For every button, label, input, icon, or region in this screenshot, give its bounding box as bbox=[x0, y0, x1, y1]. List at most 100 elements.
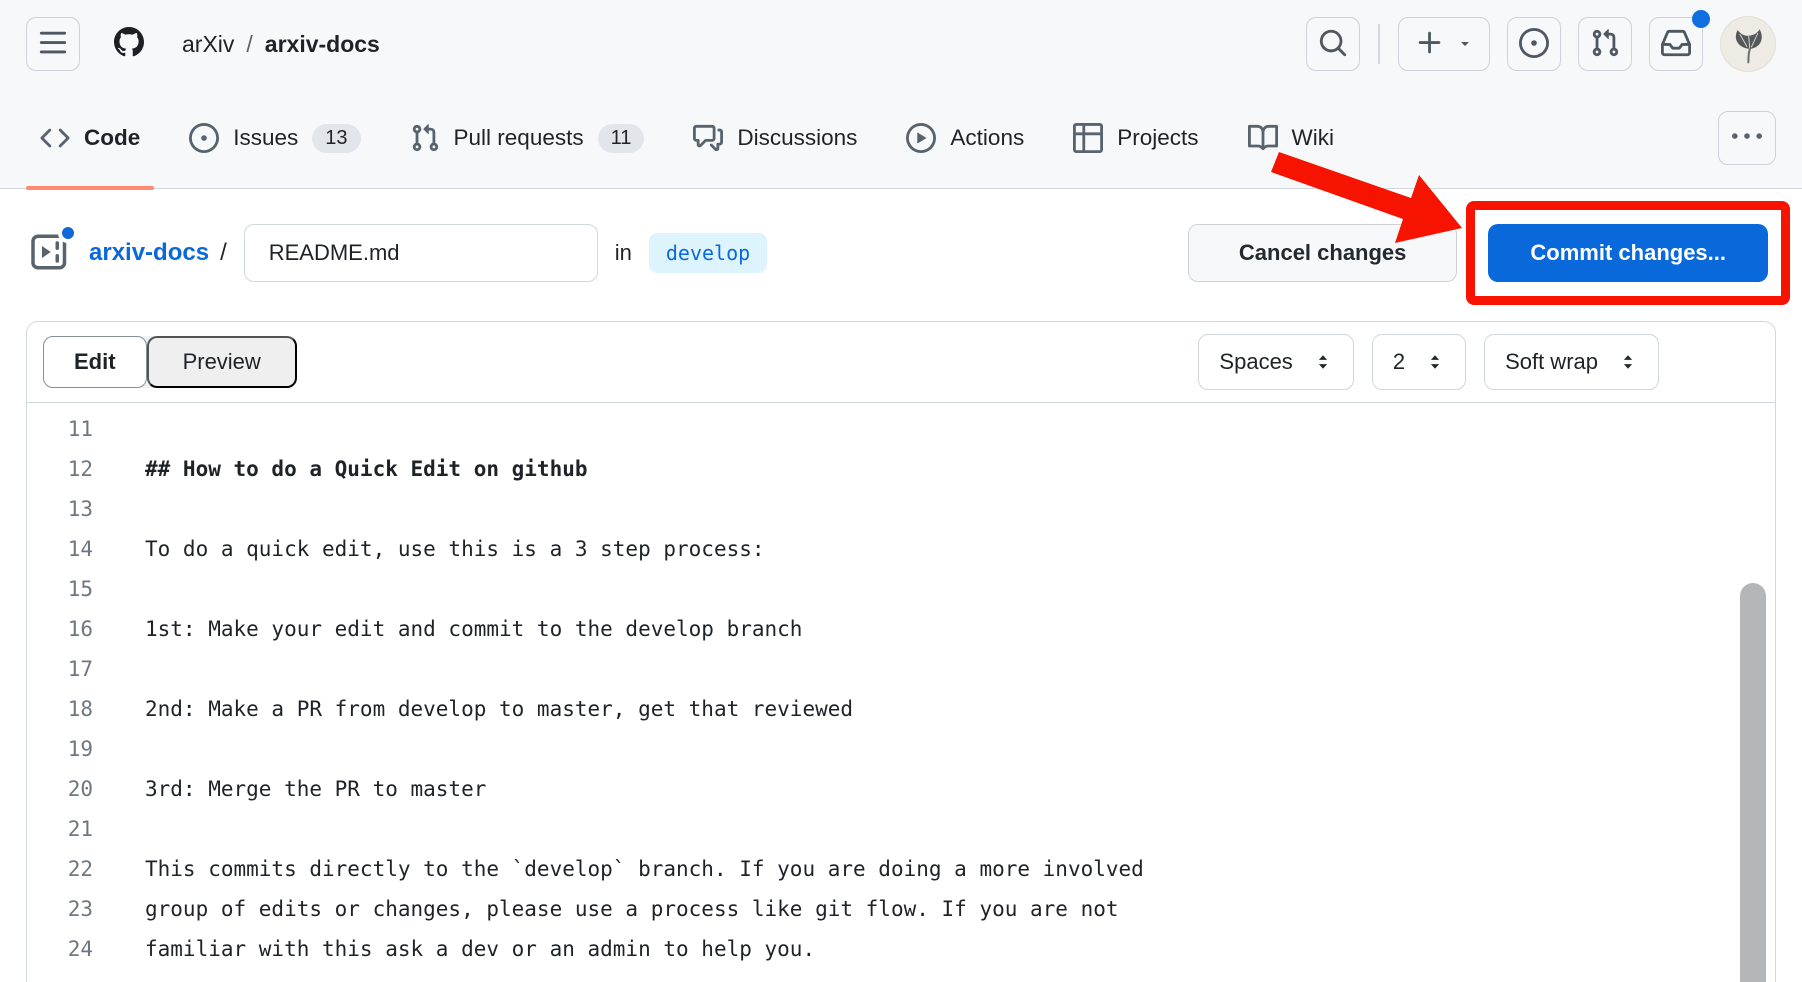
code-line: 21 bbox=[27, 809, 1775, 849]
tab-label: Pull requests bbox=[454, 125, 584, 151]
line-text bbox=[93, 409, 145, 449]
code-line: 203rd: Merge the PR to master bbox=[27, 769, 1775, 809]
play-icon bbox=[906, 123, 936, 153]
tab-label: Projects bbox=[1117, 125, 1198, 151]
tab-wiki[interactable]: Wiki bbox=[1234, 88, 1348, 188]
tab-actions[interactable]: Actions bbox=[892, 88, 1038, 188]
your-pull-requests-button[interactable] bbox=[1578, 17, 1632, 71]
wrap-mode-value: Soft wrap bbox=[1505, 349, 1598, 375]
tab-label: Discussions bbox=[737, 125, 857, 151]
breadcrumb-repo-link[interactable]: arxiv-docs bbox=[265, 31, 380, 58]
line-number: 17 bbox=[27, 649, 93, 689]
line-number: 21 bbox=[27, 809, 93, 849]
indent-size-select[interactable]: 2 bbox=[1372, 334, 1466, 390]
line-text: familiar with this ask a dev or an admin… bbox=[93, 929, 815, 969]
breadcrumb-separator: / bbox=[246, 31, 252, 58]
issue-opened-icon bbox=[189, 123, 219, 153]
wrap-mode-select[interactable]: Soft wrap bbox=[1484, 334, 1659, 390]
tab-counter-badge: 11 bbox=[598, 124, 645, 153]
line-text: 1st: Make your edit and commit to the de… bbox=[93, 609, 802, 649]
header-divider bbox=[1378, 24, 1380, 64]
line-text: To do a quick edit, use this is a 3 step… bbox=[93, 529, 765, 569]
inbox-wrap bbox=[1649, 17, 1703, 71]
tab-code[interactable]: Code bbox=[26, 88, 154, 188]
notification-dot bbox=[1692, 10, 1710, 28]
updown-arrows-icon bbox=[1618, 352, 1638, 372]
indent-mode-select[interactable]: Spaces bbox=[1198, 334, 1353, 390]
code-line: 19 bbox=[27, 729, 1775, 769]
tab-label: Code bbox=[84, 125, 140, 151]
code-line: 22This commits directly to the `develop`… bbox=[27, 849, 1775, 889]
code-line: 14To do a quick edit, use this is a 3 st… bbox=[27, 529, 1775, 569]
code-icon bbox=[40, 123, 70, 153]
chevron-down-icon bbox=[1457, 35, 1473, 54]
tab-edit[interactable]: Edit bbox=[43, 336, 147, 388]
tab-issues[interactable]: Issues 13 bbox=[175, 88, 374, 188]
header-actions bbox=[1306, 16, 1776, 72]
issue-opened-icon bbox=[1519, 28, 1549, 61]
editor-scrollbar-thumb[interactable] bbox=[1740, 583, 1766, 982]
create-new-button[interactable] bbox=[1398, 17, 1490, 71]
line-number: 14 bbox=[27, 529, 93, 569]
commit-changes-button[interactable]: Commit changes... bbox=[1488, 224, 1768, 282]
github-file-editor-page: arXiv / arxiv-docs bbox=[0, 0, 1802, 982]
tab-preview[interactable]: Preview bbox=[147, 336, 297, 388]
search-icon bbox=[1318, 28, 1348, 61]
github-logo[interactable] bbox=[100, 15, 158, 73]
in-label: in bbox=[615, 240, 632, 266]
line-number: 19 bbox=[27, 729, 93, 769]
file-header-buttons: Cancel changes Commit changes... bbox=[1188, 201, 1790, 305]
file-tree-toggle-button[interactable] bbox=[28, 231, 72, 275]
annotation-highlight-box: Commit changes... bbox=[1466, 201, 1790, 305]
inbox-icon bbox=[1661, 28, 1691, 61]
line-text: ## How to do a Quick Edit on github bbox=[93, 449, 588, 489]
tab-counter-badge: 13 bbox=[312, 124, 360, 153]
code-editor-textarea[interactable]: 1112## How to do a Quick Edit on github1… bbox=[27, 403, 1775, 969]
file-header: arxiv-docs / in develop Cancel changes C… bbox=[0, 189, 1802, 321]
line-text bbox=[93, 729, 145, 769]
editor-container: Edit Preview Spaces 2 Soft wrap 1112## H… bbox=[26, 321, 1776, 982]
your-issues-button[interactable] bbox=[1507, 17, 1561, 71]
code-line: 24familiar with this ask a dev or an adm… bbox=[27, 929, 1775, 969]
filename-input[interactable] bbox=[244, 224, 598, 282]
line-number: 23 bbox=[27, 889, 93, 929]
kebab-horizontal-icon bbox=[1732, 122, 1762, 155]
editor-toolbar: Edit Preview Spaces 2 Soft wrap bbox=[27, 322, 1775, 403]
breadcrumb-owner-link[interactable]: arXiv bbox=[182, 31, 234, 58]
indent-size-value: 2 bbox=[1393, 349, 1405, 375]
line-number: 15 bbox=[27, 569, 93, 609]
user-avatar[interactable] bbox=[1720, 16, 1776, 72]
github-mark-icon bbox=[114, 27, 144, 62]
indent-mode-value: Spaces bbox=[1219, 349, 1292, 375]
branch-badge: develop bbox=[649, 233, 767, 273]
code-line: 11 bbox=[27, 409, 1775, 449]
code-line: 15 bbox=[27, 569, 1775, 609]
line-number: 16 bbox=[27, 609, 93, 649]
table-icon bbox=[1073, 123, 1103, 153]
repo-root-link[interactable]: arxiv-docs bbox=[89, 239, 209, 267]
path-separator: / bbox=[220, 239, 227, 267]
tab-label: Wiki bbox=[1292, 125, 1334, 151]
hamburger-menu-button[interactable] bbox=[26, 17, 80, 71]
tab-label: Actions bbox=[950, 125, 1024, 151]
tab-overflow-menu-button[interactable] bbox=[1718, 111, 1776, 165]
line-number: 20 bbox=[27, 769, 93, 809]
edit-preview-switch: Edit Preview bbox=[43, 336, 297, 388]
line-text bbox=[93, 649, 145, 689]
tab-pull-requests[interactable]: Pull requests 11 bbox=[396, 88, 659, 188]
editor-options: Spaces 2 Soft wrap bbox=[1198, 334, 1759, 390]
cancel-changes-button[interactable]: Cancel changes bbox=[1188, 224, 1458, 282]
search-button[interactable] bbox=[1306, 17, 1360, 71]
code-line: 12## How to do a Quick Edit on github bbox=[27, 449, 1775, 489]
tab-discussions[interactable]: Discussions bbox=[679, 88, 871, 188]
three-bars-icon bbox=[38, 28, 68, 61]
git-pull-request-icon bbox=[410, 123, 440, 153]
tab-projects[interactable]: Projects bbox=[1059, 88, 1212, 188]
breadcrumb: arXiv / arxiv-docs bbox=[182, 31, 380, 58]
ginkgo-leaf-image bbox=[1726, 22, 1770, 66]
line-text: group of edits or changes, please use a … bbox=[93, 889, 1119, 929]
line-number: 13 bbox=[27, 489, 93, 529]
tab-label: Issues bbox=[233, 125, 298, 151]
line-text bbox=[93, 569, 145, 609]
header-top: arXiv / arxiv-docs bbox=[0, 0, 1802, 88]
